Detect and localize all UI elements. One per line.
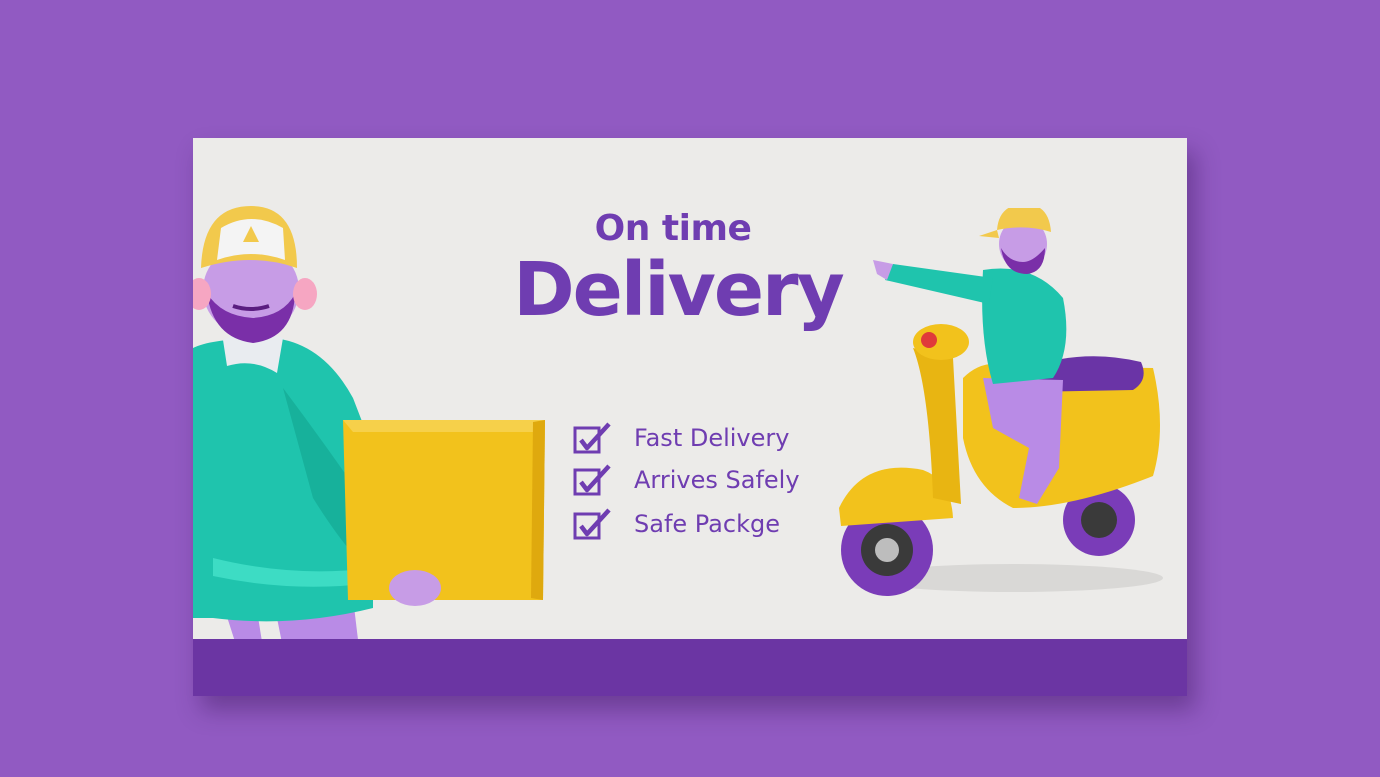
checkbox-icon <box>573 464 611 496</box>
checkbox-icon <box>573 508 611 540</box>
headline-delivery: Delivery <box>513 247 845 333</box>
feature-label: Fast Delivery <box>634 424 790 452</box>
feature-label: Arrives Safely <box>634 466 800 494</box>
card-footer-bar <box>193 639 1187 696</box>
checkbox-icon <box>573 422 611 454</box>
scooter-rider-illustration <box>839 208 1163 596</box>
delivery-banner-card: On time Delivery Fast Delivery Arrives S… <box>193 138 1187 696</box>
feature-label: Safe Packge <box>634 510 780 538</box>
headline-on-time: On time <box>594 208 752 249</box>
